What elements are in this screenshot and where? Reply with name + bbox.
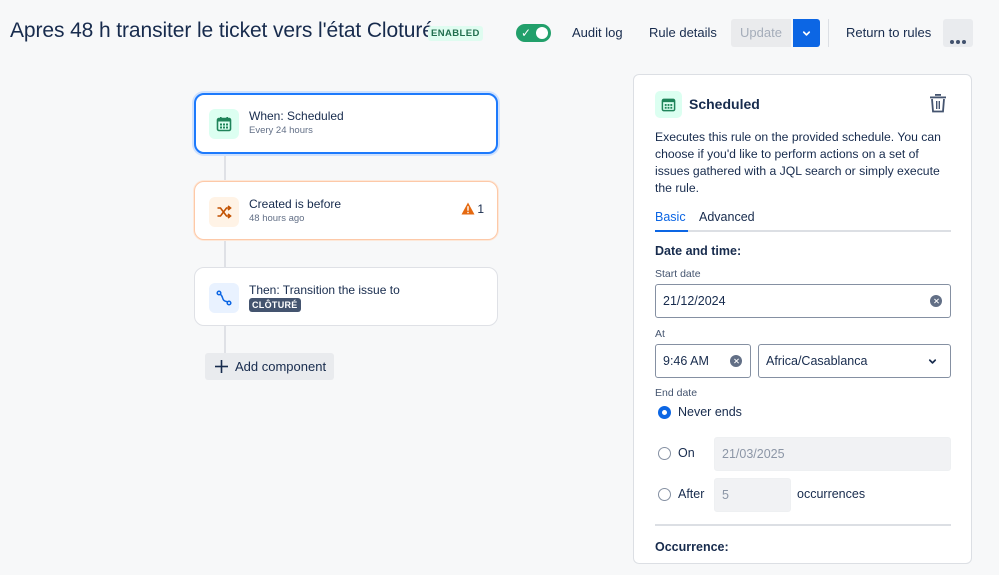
- tab-advanced[interactable]: Advanced: [699, 210, 755, 224]
- trigger-node[interactable]: When: Scheduled Every 24 hours: [194, 93, 498, 154]
- clear-icon[interactable]: [930, 295, 942, 307]
- flow-connector: [224, 325, 226, 354]
- transition-icon: [216, 290, 232, 306]
- condition-node[interactable]: Created is before 48 hours ago 1: [194, 181, 498, 240]
- condition-subtitle: 48 hours ago: [249, 213, 305, 224]
- trigger-title: When: Scheduled: [249, 109, 344, 123]
- panel-description: Executes this rule on the provided sched…: [655, 130, 941, 195]
- start-date-field[interactable]: 21/12/2024: [655, 284, 951, 318]
- trash-icon: [930, 94, 946, 113]
- update-button[interactable]: Update: [731, 19, 791, 47]
- on-label: On: [678, 446, 695, 460]
- flow-connector: [224, 154, 226, 182]
- tab-basic[interactable]: Basic: [655, 210, 686, 224]
- radio-on-date[interactable]: [658, 447, 671, 460]
- chevron-down-icon: [802, 31, 811, 36]
- occurrences-label: occurrences: [797, 487, 866, 501]
- shuffle-icon: [217, 205, 232, 219]
- occurrence-count-field[interactable]: 5: [714, 478, 791, 512]
- tab-bar: Basic Advanced: [655, 209, 951, 232]
- status-badge: ENABLED: [428, 26, 483, 41]
- audit-log-button[interactable]: Audit log: [572, 20, 623, 46]
- rule-details-button[interactable]: Rule details: [649, 20, 717, 46]
- panel-icon-box: [655, 91, 682, 118]
- occurrence-heading: Occurrence:: [655, 540, 729, 554]
- start-date-value: 21/12/2024: [663, 294, 726, 308]
- flow-connector: [224, 239, 226, 268]
- end-date-value: 21/03/2025: [722, 447, 785, 461]
- end-date-field[interactable]: 21/03/2025: [714, 437, 951, 471]
- panel-divider: [655, 524, 951, 526]
- warning-icon: [461, 202, 475, 215]
- start-date-label: Start date: [655, 268, 701, 280]
- date-time-heading: Date and time:: [655, 244, 742, 258]
- condition-icon-box: [209, 197, 239, 227]
- time-field[interactable]: 9:46 AM: [655, 344, 751, 378]
- config-panel: Scheduled Executes this rule on the prov…: [633, 74, 972, 564]
- more-icon: [950, 31, 968, 49]
- enabled-toggle[interactable]: ✓: [516, 24, 551, 42]
- condition-title: Created is before: [249, 197, 342, 211]
- chevron-down-icon: [928, 359, 937, 364]
- calendar-icon: [661, 98, 676, 112]
- page-title: Apres 48 h transiter le ticket vers l'ét…: [10, 19, 434, 42]
- trigger-icon-box: [209, 109, 239, 139]
- time-value: 9:46 AM: [663, 354, 709, 368]
- clear-icon[interactable]: [730, 355, 742, 367]
- action-node[interactable]: Then: Transition the issue to CLÔTURÉ: [194, 267, 498, 326]
- occurrence-count-value: 5: [722, 488, 729, 502]
- end-date-label: End date: [655, 387, 698, 399]
- action-icon-box: [209, 283, 239, 313]
- timezone-select[interactable]: Africa/Casablanca: [758, 344, 951, 378]
- toggle-knob: [536, 27, 548, 39]
- status-lozenge: CLÔTURÉ: [249, 298, 301, 312]
- header: Apres 48 h transiter le ticket vers l'ét…: [0, 0, 999, 66]
- action-title: Then: Transition the issue to: [249, 283, 400, 297]
- check-icon: ✓: [521, 26, 532, 40]
- return-to-rules-button[interactable]: Return to rules: [846, 20, 931, 46]
- calendar-icon: [216, 117, 232, 132]
- radio-never-ends[interactable]: [658, 406, 671, 419]
- header-divider: [828, 19, 829, 47]
- active-tab-indicator: [655, 230, 688, 232]
- plus-icon: [215, 360, 228, 373]
- add-component-button[interactable]: Add component: [205, 353, 334, 380]
- at-label: At: [655, 328, 665, 340]
- add-component-label: Add component: [235, 359, 327, 374]
- update-options-button[interactable]: [793, 19, 820, 47]
- warning-count: 1: [477, 202, 484, 216]
- after-label: After: [678, 487, 705, 501]
- warning-badge[interactable]: 1: [461, 202, 484, 216]
- trigger-subtitle: Every 24 hours: [249, 125, 313, 136]
- never-ends-label: Never ends: [678, 405, 742, 419]
- delete-button[interactable]: [929, 93, 947, 118]
- panel-title: Scheduled: [689, 96, 760, 112]
- radio-after[interactable]: [658, 488, 671, 501]
- more-actions-button[interactable]: [943, 19, 973, 47]
- timezone-value: Africa/Casablanca: [766, 354, 868, 368]
